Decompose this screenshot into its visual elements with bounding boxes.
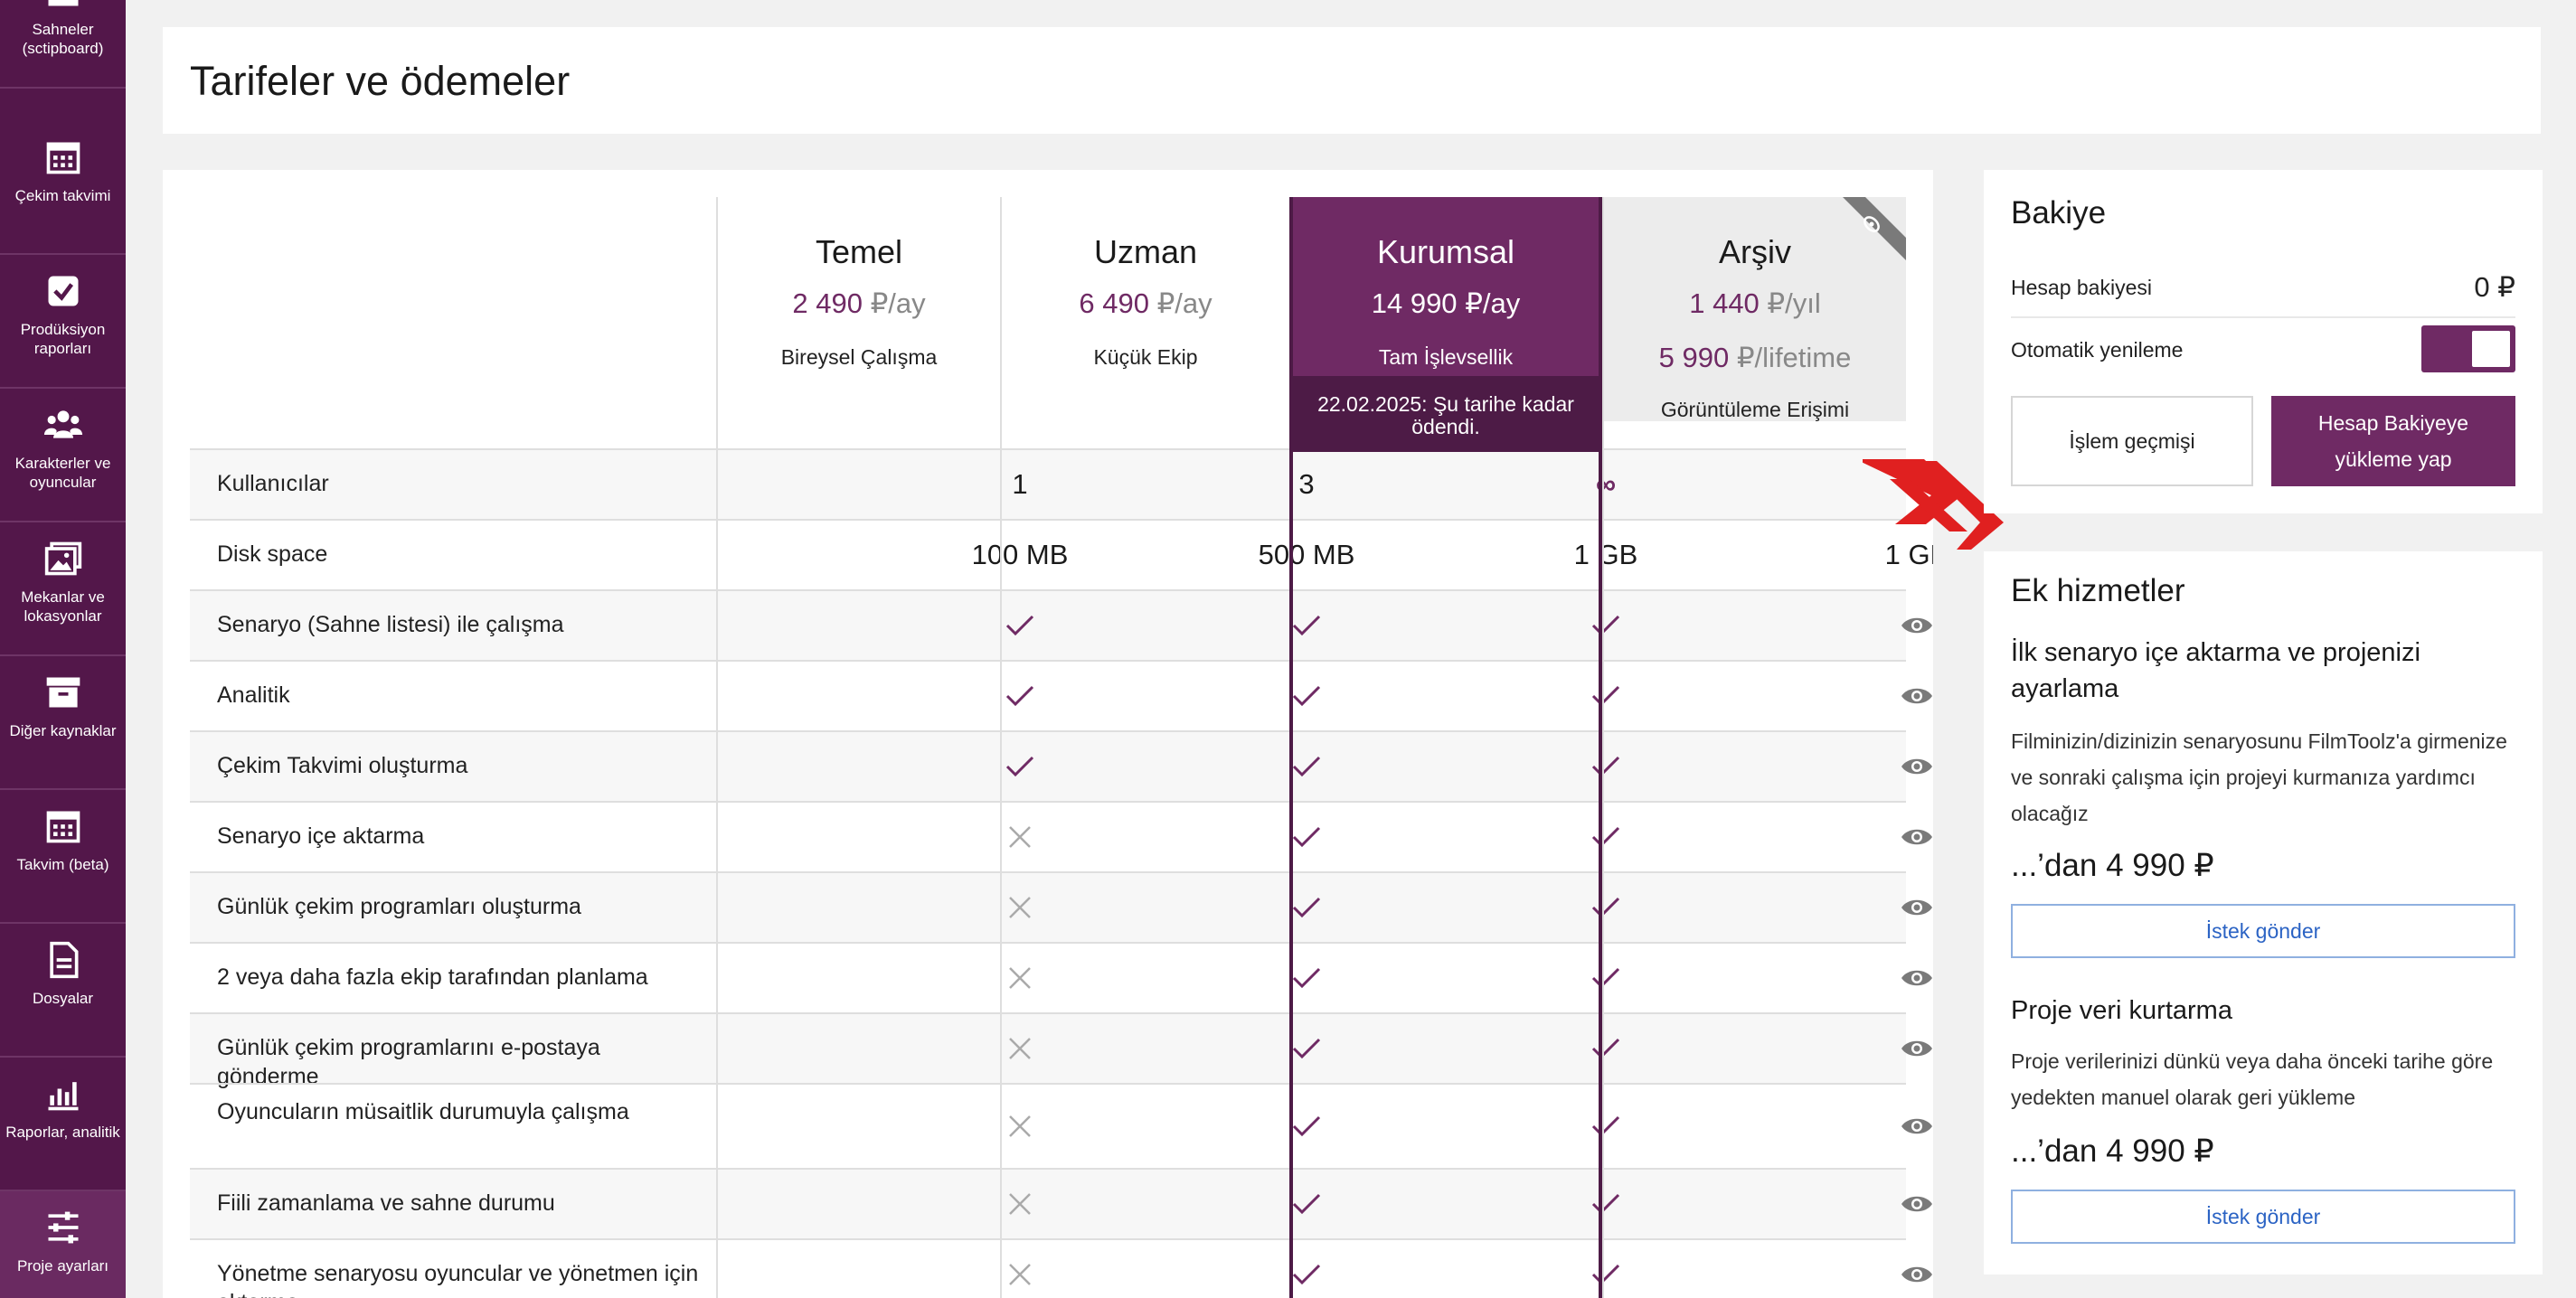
sidebar-item-project-settings[interactable]: Proje ayarları [0,1191,126,1298]
feature-label: Günlük çekim programları oluşturma [217,894,581,919]
sidebar-item-other-resources[interactable]: Diğer kaynaklar [0,656,126,790]
toggle-knob [2472,331,2510,367]
balance-title: Bakiye [2011,195,2107,230]
sidebar-item-scenes[interactable]: Sahneler (sctipboard) [0,0,126,89]
feature-label: Çekim Takvimi oluşturma [217,753,468,778]
send-request-button[interactable]: İstek gönder [2011,1190,2515,1244]
balance-value: 0 ₽ [2474,271,2515,303]
plan-subtitle: Görüntüleme Erişimi [1660,398,1850,421]
feature-label: Senaryo (Sahne listesi) ile çalışma [217,612,564,637]
services-title: Ek hizmetler [2011,573,2185,608]
sidebar-item-label: Prodüksiyon raporları [20,321,106,357]
sidebar-item-locations[interactable]: Mekanlar ve lokasyonlar [0,522,126,656]
sidebar-item-shooting-schedule[interactable]: Çekim takvimi [0,121,126,255]
service-price: ...’dan 4 990 ₽ [2011,848,2214,883]
calendar-icon [46,142,80,174]
sidebar-item-characters[interactable]: Karakterler ve oyuncular [0,389,126,522]
sidebar: Sahneler (sctipboard) Çekim takvimi Prod… [0,0,126,1298]
feature-label: Analitik [217,682,290,708]
plan-column-temel: Temel 2 490 ₽/ay Bireysel Çalışma [716,197,1000,1298]
plan-name: Uzman [1093,233,1198,270]
page-title: Tarifeler ve ödemeler [190,58,571,104]
clapperboard-icon [48,0,78,6]
auto-renew-toggle[interactable] [2421,325,2515,372]
sidebar-item-label: Karakterler ve oyuncular [14,455,111,491]
calendar-icon [46,811,80,843]
sidebar-item-reports-analytics[interactable]: Raporlar, analitik [0,1058,126,1191]
plan-name: Temel [815,233,903,270]
paid-until-note: 22.02.2025: Şu tarihe kadar ödendi. [1293,376,1599,452]
services-card: Ek hizmetler İlk senaryo içe aktarma ve … [1984,551,2543,1274]
plan-header: Arşiv 1 440 ₽/yıl 5 990 ₽/lifetime Görün… [1604,197,1906,421]
plan-header: Kurumsal 14 990 ₽/ay Tam İşlevsellik 22.… [1293,197,1599,452]
plan-subtitle: Tam İşlevsellik [1378,345,1514,369]
feature-label: Yönetme senaryosu oyuncular ve yönetmen … [217,1261,699,1298]
plan-price-lifetime: 5 990 ₽/lifetime [1658,342,1852,373]
feature-label: 2 veya daha fazla ekip tarafından planla… [217,964,648,990]
bar-chart-icon [48,1082,78,1111]
balance-row: Hesap bakiyesi 0 ₽ [2011,259,2515,318]
plan-column-uzman: Uzman 6 490 ₽/ay Küçük Ekip [1000,197,1289,1298]
sidebar-item-label: Raporlar, analitik [5,1124,120,1141]
balance-label: Hesap bakiyesi [2011,275,2152,299]
sidebar-item-label: Takvim (beta) [16,856,109,873]
page-header: Tarifeler ve ödemeler [163,27,2541,134]
balance-card: Bakiye Hesap bakiyesi 0 ₽ Otomatik yenil… [1984,170,2543,513]
sidebar-item-label: Sahneler (sctipboard) [22,21,104,57]
sidebar-item-label: Çekim takvimi [14,187,111,204]
plan-price: 14 990 ₽/ay [1371,287,1521,319]
plan-header: Uzman 6 490 ₽/ay Küçük Ekip [1002,197,1289,421]
sliders-icon [48,1211,78,1244]
auto-renew-label: Otomatik yenileme [2011,337,2184,362]
feature-label: Senaryo içe aktarma [217,823,425,849]
sidebar-item-label: Diğer kaynaklar [9,722,117,739]
feature-label: Kullanıcılar [217,471,329,496]
plan-column-arsiv: Arşiv 1 440 ₽/yıl 5 990 ₽/lifetime Görün… [1602,197,1906,1298]
service-title: Proje veri kurtarma [2011,996,2232,1025]
plan-subtitle: Küçük Ekip [1093,345,1198,369]
service-title: İlk senaryo içe aktarma ve projenizi aya… [2011,638,2420,703]
image-icon [44,541,81,576]
people-icon [43,410,82,438]
plan-header: Temel 2 490 ₽/ay Bireysel Çalışma [718,197,1000,421]
service-price: ...’dan 4 990 ₽ [2011,1133,2214,1169]
plan-price: 2 490 ₽/ay [792,287,926,319]
plan-name: Arşiv [1719,233,1791,270]
pricing-table: Kullanıcılar 1 3 ∞ ∞ Disk space 100 MB 5… [163,170,1933,1298]
sidebar-item-production-reports[interactable]: Prodüksiyon raporları [0,255,126,389]
sidebar-item-label: Proje ayarları [16,1257,109,1274]
transaction-history-button[interactable]: İşlem geçmişi [2011,396,2253,486]
sidebar-item-label: Dosyalar [32,990,94,1007]
send-request-button[interactable]: İstek gönder [2011,904,2515,958]
sidebar-item-calendar-beta[interactable]: Takvim (beta) [0,790,126,924]
plan-subtitle: Bireysel Çalışma [780,345,938,369]
service-description: Filminizin/dizinizin senaryosunu FilmToo… [2011,729,2507,825]
feature-label: Disk space [217,541,328,567]
top-up-balance-button[interactable]: Hesap Bakiyeye yükleme yap [2271,396,2515,486]
chevron-arrow-icon [1863,459,2004,550]
plan-name: Kurumsal [1376,233,1515,270]
sidebar-item-label: Mekanlar ve lokasyonlar [21,588,105,625]
plan-price: 1 440 ₽/yıl [1689,287,1821,319]
sidebar-item-files[interactable]: Dosyalar [0,924,126,1058]
service-description: Proje verilerinizi dünkü veya daha öncek… [2011,1049,2494,1109]
checkbox-icon [48,276,78,306]
plan-price: 6 490 ₽/ay [1079,287,1213,319]
document-icon [49,941,78,979]
feature-label: Oyuncuların müsaitlik durumuyla çalışma [217,1099,629,1124]
feature-label: Fiili zamanlama ve sahne durumu [217,1190,555,1216]
plan-column-kurumsal: Kurumsal 14 990 ₽/ay Tam İşlevsellik 22.… [1289,197,1602,1298]
archive-box-icon [46,677,80,708]
